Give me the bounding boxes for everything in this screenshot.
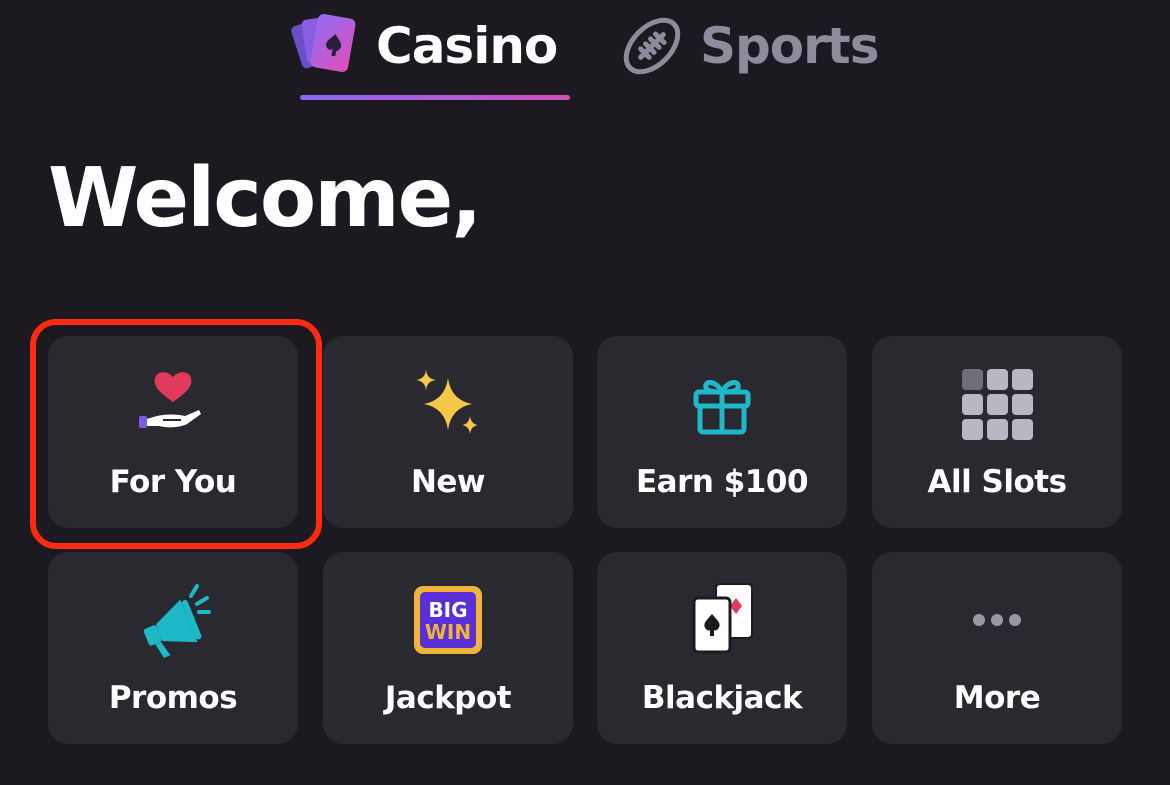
category-promos[interactable]: Promos (48, 552, 298, 744)
category-more[interactable]: More (872, 552, 1122, 744)
heart-hand-icon (133, 364, 213, 444)
category-label: Earn $100 (635, 464, 809, 500)
category-new[interactable]: New (323, 336, 573, 528)
active-tab-indicator (300, 95, 570, 100)
megaphone-icon (133, 580, 213, 660)
big-win-top-text: BIG (428, 598, 467, 622)
gift-icon (682, 364, 762, 444)
tab-sports[interactable]: Sports (614, 6, 879, 86)
grid-icon (957, 364, 1037, 444)
top-tab-bar: Casino Sports (0, 0, 1170, 110)
tab-casino-label: Casino (376, 17, 558, 75)
football-icon (614, 8, 690, 84)
ellipsis-icon (957, 580, 1037, 660)
category-label: More (953, 680, 1041, 716)
welcome-heading: Welcome, (48, 151, 482, 246)
category-blackjack[interactable]: Blackjack (597, 552, 847, 744)
category-label: All Slots (927, 464, 1067, 500)
tab-casino[interactable]: Casino (290, 6, 558, 86)
category-jackpot[interactable]: BIG WIN Jackpot (323, 552, 573, 744)
category-label: For You (109, 464, 237, 500)
cards-icon (682, 580, 762, 660)
playing-cards-icon (290, 8, 366, 84)
category-label: Promos (108, 680, 238, 716)
tab-sports-label: Sports (700, 17, 879, 75)
big-win-icon: BIG WIN (408, 580, 488, 660)
category-for-you[interactable]: For You (48, 336, 298, 528)
category-earn-100[interactable]: Earn $100 (597, 336, 847, 528)
category-label: Jackpot (384, 680, 512, 716)
category-all-slots[interactable]: All Slots (872, 336, 1122, 528)
category-label: New (410, 464, 486, 500)
sparkles-icon (408, 364, 488, 444)
big-win-bottom-text: WIN (425, 620, 471, 644)
category-label: Blackjack (641, 680, 803, 716)
